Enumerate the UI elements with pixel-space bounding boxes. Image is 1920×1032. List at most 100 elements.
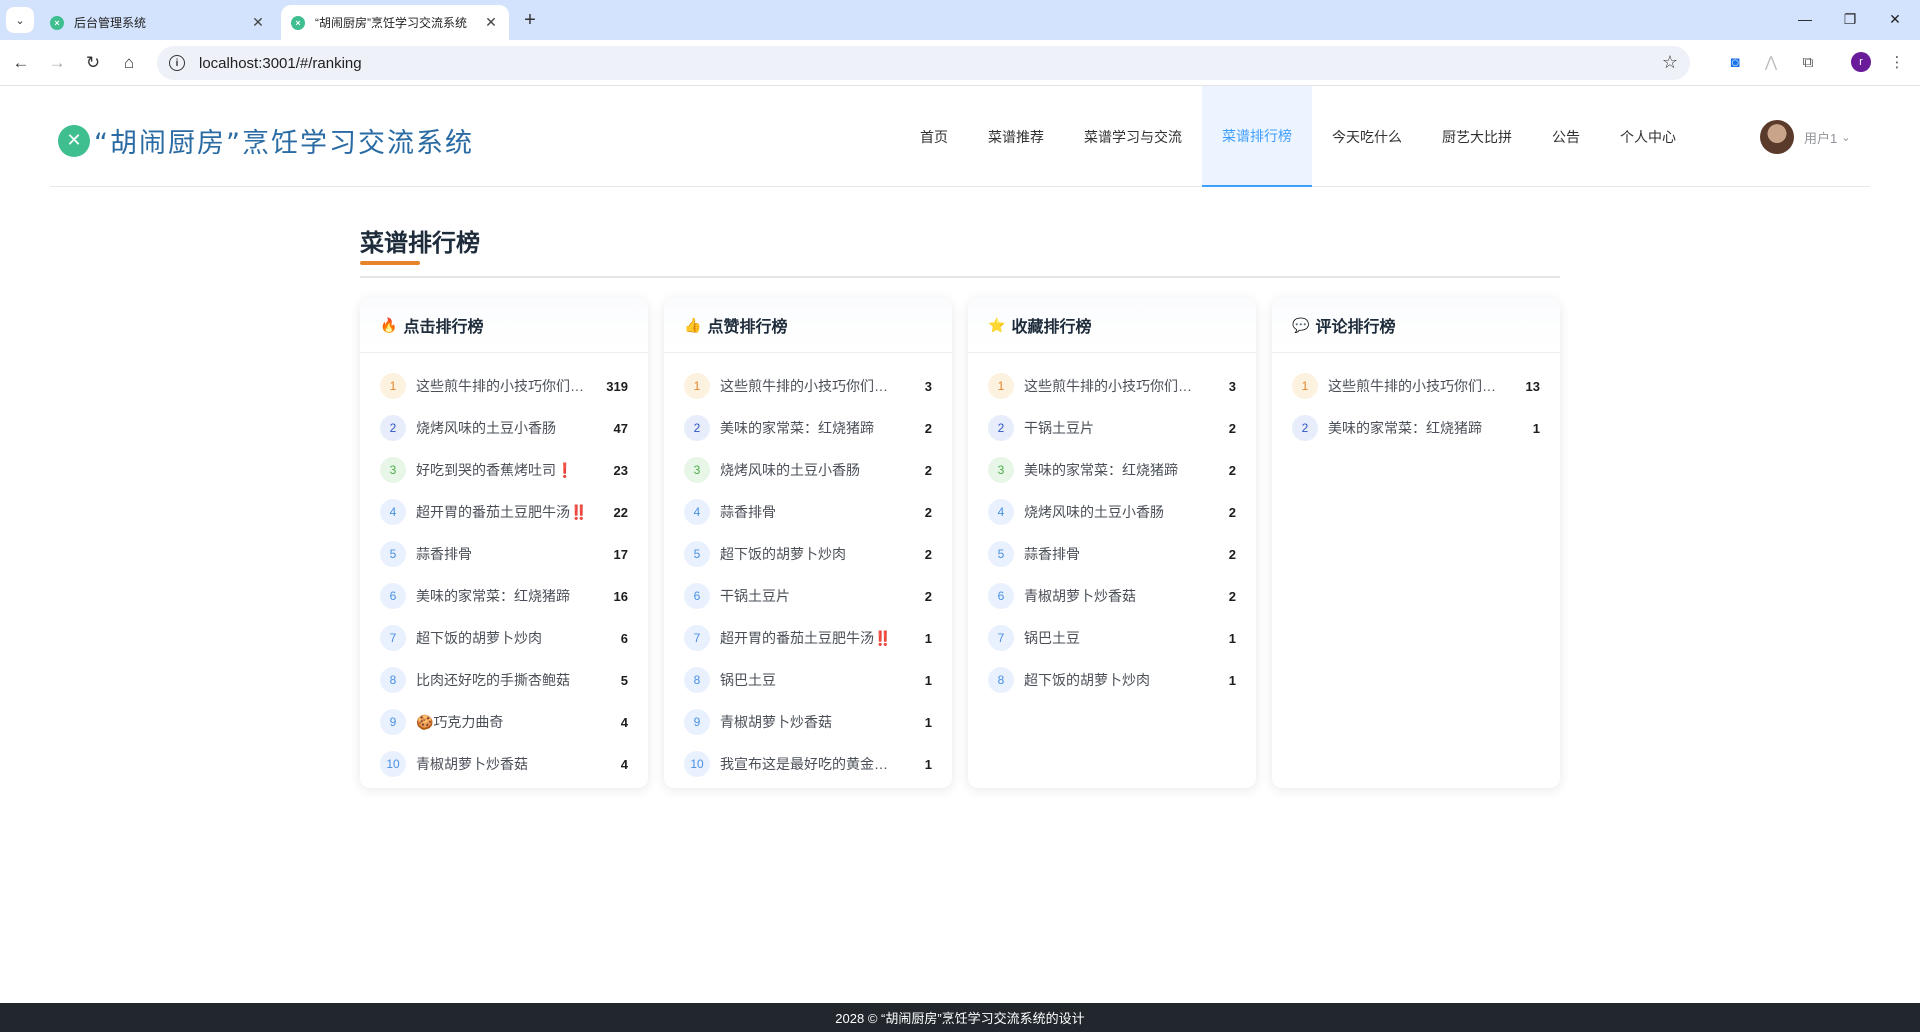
nav-item-recommend[interactable]: 菜谱推荐 xyxy=(968,86,1064,187)
rank-number-badge: 2 xyxy=(1292,415,1318,441)
site-logo[interactable]: ✕ “胡闹厨房”烹饪学习交流系统 xyxy=(58,121,474,160)
ranking-row[interactable]: 1 这些煎牛排的小技巧你们都知道吗 3 xyxy=(968,365,1256,407)
chevron-down-icon: ⌄ xyxy=(1841,131,1851,144)
recipe-name-link[interactable]: 蒜香排骨 xyxy=(1024,544,1200,564)
recipe-name-link[interactable]: 锅巴土豆 xyxy=(1024,628,1200,648)
recipe-name-link[interactable]: 青椒胡萝卜炒香菇 xyxy=(416,754,592,774)
recipe-name-link[interactable]: 这些煎牛排的小技巧你们都知道吗 xyxy=(1328,376,1504,396)
recipe-name-link[interactable]: 干锅土豆片 xyxy=(720,586,896,606)
ranking-row[interactable]: 7 超下饭的胡萝卜炒肉 6 xyxy=(360,617,648,659)
ranking-row[interactable]: 5 蒜香排骨 2 xyxy=(968,533,1256,575)
ranking-row[interactable]: 5 超下饭的胡萝卜炒肉 2 xyxy=(664,533,952,575)
recipe-name-link[interactable]: 美味的家常菜：红烧猪蹄 xyxy=(416,586,592,606)
ranking-row[interactable]: 1 这些煎牛排的小技巧你们都知道吗 13 xyxy=(1272,365,1560,407)
close-window-icon[interactable]: ✕ xyxy=(1880,6,1910,32)
recipe-name-link[interactable]: 🍪巧克力曲奇 xyxy=(416,712,592,732)
recipe-name-link[interactable]: 美味的家常菜：红烧猪蹄 xyxy=(720,418,896,438)
more-menu-icon[interactable]: ⋮ xyxy=(1886,51,1908,73)
ranking-row[interactable]: 7 超开胃的番茄土豆肥牛汤‼️ 1 xyxy=(664,617,952,659)
recipe-name-link[interactable]: 烧烤风味的土豆小香肠 xyxy=(720,460,896,480)
extension-blue-icon[interactable]: ◙ xyxy=(1724,51,1746,73)
tab-search-button[interactable]: ⌄ xyxy=(6,7,34,33)
extension-gray-icon[interactable]: ⋀ xyxy=(1760,51,1782,73)
restore-icon[interactable]: ❐ xyxy=(1835,6,1865,32)
recipe-name-link[interactable]: 蒜香排骨 xyxy=(416,544,592,564)
nav-item-learn[interactable]: 菜谱学习与交流 xyxy=(1064,86,1202,187)
ranking-row[interactable]: 2 美味的家常菜：红烧猪蹄 1 xyxy=(1272,407,1560,449)
address-bar[interactable]: i localhost:3001/#/ranking ☆ xyxy=(157,46,1690,80)
recipe-name-link[interactable]: 美味的家常菜：红烧猪蹄 xyxy=(1328,418,1504,438)
nav-item-ranking[interactable]: 菜谱排行榜 xyxy=(1202,86,1312,187)
forward-arrow-icon[interactable]: → xyxy=(44,50,70,76)
ranking-row[interactable]: 10 青椒胡萝卜炒香菇 4 xyxy=(360,743,648,785)
ranking-row[interactable]: 10 我宣布这是最好吃的黄金椰子鸡 1 xyxy=(664,743,952,785)
nav-item-what-to-eat[interactable]: 今天吃什么 xyxy=(1312,86,1422,187)
card-header: 💬 评论排行榜 xyxy=(1272,298,1560,353)
recipe-name-link[interactable]: 比肉还好吃的手撕杏鲍菇 xyxy=(416,670,592,690)
home-icon[interactable]: ⌂ xyxy=(116,50,142,76)
ranking-row[interactable]: 8 比肉还好吃的手撕杏鲍菇 5 xyxy=(360,659,648,701)
recipe-name-link[interactable]: 超下饭的胡萝卜炒肉 xyxy=(416,628,592,648)
user-menu[interactable]: 用户1 ⌄ xyxy=(1760,120,1850,154)
nav-item-home[interactable]: 首页 xyxy=(900,86,968,187)
ranking-row[interactable]: 5 蒜香排骨 17 xyxy=(360,533,648,575)
ranking-row[interactable]: 9 🍪巧克力曲奇 4 xyxy=(360,701,648,743)
recipe-name-link[interactable]: 美味的家常菜：红烧猪蹄 xyxy=(1024,460,1200,480)
recipe-name-link[interactable]: 好吃到哭的香蕉烤吐司❗ xyxy=(416,460,592,480)
recipe-name-link[interactable]: 超开胃的番茄土豆肥牛汤‼️ xyxy=(720,628,896,648)
ranking-row[interactable]: 2 烧烤风味的土豆小香肠 47 xyxy=(360,407,648,449)
ranking-row[interactable]: 2 干锅土豆片 2 xyxy=(968,407,1256,449)
new-tab-button[interactable]: + xyxy=(518,8,542,32)
ranking-row[interactable]: 6 青椒胡萝卜炒香菇 2 xyxy=(968,575,1256,617)
ranking-row[interactable]: 4 蒜香排骨 2 xyxy=(664,491,952,533)
rank-count: 2 xyxy=(1228,462,1236,478)
back-arrow-icon[interactable]: ← xyxy=(8,50,34,76)
recipe-name-link[interactable]: 超开胃的番茄土豆肥牛汤‼️ xyxy=(416,502,592,522)
ranking-row[interactable]: 4 超开胃的番茄土豆肥牛汤‼️ 22 xyxy=(360,491,648,533)
ranking-row[interactable]: 9 青椒胡萝卜炒香菇 1 xyxy=(664,701,952,743)
recipe-name-link[interactable]: 烧烤风味的土豆小香肠 xyxy=(416,418,592,438)
recipe-name-link[interactable]: 蒜香排骨 xyxy=(720,502,896,522)
ranking-row[interactable]: 1 这些煎牛排的小技巧你们都知道吗 319 xyxy=(360,365,648,407)
recipe-name-link[interactable]: 烧烤风味的土豆小香肠 xyxy=(1024,502,1200,522)
nav-item-notice[interactable]: 公告 xyxy=(1532,86,1600,187)
recipe-name-link[interactable]: 这些煎牛排的小技巧你们都知道吗 xyxy=(1024,376,1200,396)
extensions-puzzle-icon[interactable]: ⧉ xyxy=(1797,51,1819,73)
ranking-row[interactable]: 1 这些煎牛排的小技巧你们都知道吗 3 xyxy=(664,365,952,407)
bookmark-star-icon[interactable]: ☆ xyxy=(1662,52,1678,73)
close-icon[interactable]: ✕ xyxy=(483,14,499,31)
minimize-icon[interactable]: — xyxy=(1790,6,1820,32)
nav-item-contest[interactable]: 厨艺大比拼 xyxy=(1422,86,1532,187)
ranking-row[interactable]: 4 烧烤风味的土豆小香肠 2 xyxy=(968,491,1256,533)
rank-count: 3 xyxy=(1228,378,1236,394)
ranking-row[interactable]: 8 锅巴土豆 1 xyxy=(664,659,952,701)
ranking-row[interactable]: 8 超下饭的胡萝卜炒肉 1 xyxy=(968,659,1256,701)
tab-title: 后台管理系统 xyxy=(74,16,147,30)
ranking-row[interactable]: 7 锅巴土豆 1 xyxy=(968,617,1256,659)
site-info-icon[interactable]: i xyxy=(169,55,185,71)
recipe-name-link[interactable]: 我宣布这是最好吃的黄金椰子鸡 xyxy=(720,754,896,774)
ranking-row[interactable]: 6 美味的家常菜：红烧猪蹄 16 xyxy=(360,575,648,617)
close-icon[interactable]: ✕ xyxy=(250,14,266,31)
recipe-name-link[interactable]: 这些煎牛排的小技巧你们都知道吗 xyxy=(416,376,592,396)
recipe-name-link[interactable]: 锅巴土豆 xyxy=(720,670,896,690)
recipe-name-link[interactable]: 青椒胡萝卜炒香菇 xyxy=(720,712,896,732)
browser-tab-kitchen[interactable]: × “胡闹厨房”烹饪学习交流系统 ✕ xyxy=(281,5,509,40)
ranking-row[interactable]: 3 美味的家常菜：红烧猪蹄 2 xyxy=(968,449,1256,491)
profile-avatar[interactable]: r xyxy=(1851,52,1871,72)
ranking-row[interactable]: 3 烧烤风味的土豆小香肠 2 xyxy=(664,449,952,491)
ranking-row[interactable]: 3 好吃到哭的香蕉烤吐司❗ 23 xyxy=(360,449,648,491)
avatar[interactable] xyxy=(1760,120,1794,154)
browser-tab-admin[interactable]: × 后台管理系统 ✕ xyxy=(40,5,276,40)
recipe-name-link[interactable]: 干锅土豆片 xyxy=(1024,418,1200,438)
reload-icon[interactable]: ↻ xyxy=(80,50,106,76)
ranking-row[interactable]: 2 美味的家常菜：红烧猪蹄 2 xyxy=(664,407,952,449)
nav-item-profile[interactable]: 个人中心 xyxy=(1600,86,1696,187)
ranking-card-comments: 💬 评论排行榜 1 这些煎牛排的小技巧你们都知道吗 13 2 美味的家常菜：红烧猪蹄 1 xyxy=(1272,298,1560,788)
rank-count: 23 xyxy=(613,462,628,478)
recipe-name-link[interactable]: 超下饭的胡萝卜炒肉 xyxy=(1024,670,1200,690)
recipe-name-link[interactable]: 超下饭的胡萝卜炒肉 xyxy=(720,544,896,564)
recipe-name-link[interactable]: 青椒胡萝卜炒香菇 xyxy=(1024,586,1200,606)
recipe-name-link[interactable]: 这些煎牛排的小技巧你们都知道吗 xyxy=(720,376,896,396)
ranking-row[interactable]: 6 干锅土豆片 2 xyxy=(664,575,952,617)
